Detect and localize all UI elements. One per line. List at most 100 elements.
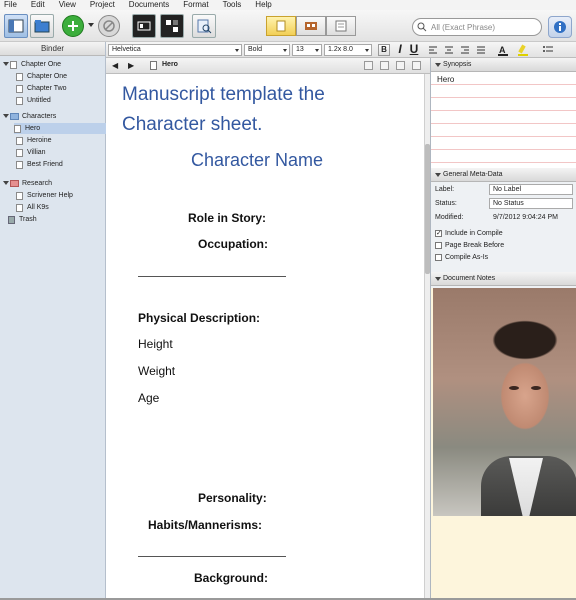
binder-item-all-k9s[interactable]: All K9s	[16, 202, 49, 213]
format-bar: Helvetica Bold 13 1.2x 8.0 B I U A	[106, 42, 576, 58]
collections-icon	[34, 20, 50, 33]
quick-reference-icon	[166, 20, 178, 32]
menu-format[interactable]: Format	[183, 0, 208, 10]
search-input[interactable]: All (Exact Phrase)	[412, 18, 542, 36]
navigate-up-icon[interactable]	[364, 61, 373, 70]
menu-file[interactable]: File	[4, 0, 17, 10]
text-color-icon[interactable]: A	[498, 44, 512, 58]
character-photo	[433, 288, 576, 516]
document-icon	[16, 72, 23, 81]
back-arrow-icon[interactable]: ◀	[112, 61, 118, 71]
list-bullets-icon[interactable]	[542, 45, 554, 57]
heading-line-2: Character sheet.	[122, 114, 263, 135]
align-right-icon[interactable]	[460, 45, 470, 57]
compose-button[interactable]	[132, 14, 156, 38]
add-button[interactable]	[62, 15, 84, 37]
font-family-select[interactable]: Helvetica	[108, 44, 242, 56]
separator-line	[138, 276, 286, 277]
binder-item-untitled[interactable]: Untitled	[16, 95, 51, 106]
collapse-chevron-down-icon[interactable]	[435, 277, 441, 281]
binder-item-hero[interactable]: Hero	[14, 123, 106, 134]
menu-view[interactable]: View	[59, 0, 76, 10]
font-size-select[interactable]: 13	[292, 44, 322, 56]
synopsis-text-area[interactable]: Hero	[431, 72, 576, 168]
inspector-search-button[interactable]	[192, 14, 216, 38]
document-icon	[150, 61, 157, 70]
occupation-label: Occupation:	[198, 237, 269, 251]
binder-item-heroine[interactable]: Heroine	[16, 135, 52, 146]
add-menu-chevron-down-icon[interactable]	[88, 23, 94, 27]
corkboard-view-button[interactable]	[296, 16, 326, 36]
line-spacing-select[interactable]: 1.2x 8.0	[324, 44, 372, 56]
include-in-compile-checkbox[interactable]: ✓ Include in Compile	[435, 230, 503, 237]
compile-as-is-checkbox[interactable]: Compile As-Is	[435, 254, 488, 261]
binder-toggle-icon	[8, 19, 24, 33]
research-folder-icon	[10, 180, 19, 187]
inspector-toggle-button[interactable]	[548, 16, 572, 38]
binder-item-research[interactable]: Research	[10, 178, 52, 189]
label-select[interactable]: No Label	[489, 184, 573, 195]
label-key: Label:	[435, 186, 455, 193]
document-icon	[14, 124, 21, 133]
binder-item-best-friend[interactable]: Best Friend	[16, 159, 63, 170]
checkmark-icon: ✓	[435, 230, 442, 237]
binder-item-characters[interactable]: Characters	[10, 111, 56, 122]
menu-tools[interactable]: Tools	[223, 0, 242, 10]
height-label: Height	[138, 337, 173, 351]
binder-expand-chevron-down-icon[interactable]	[3, 114, 9, 118]
quick-reference-button[interactable]	[160, 14, 184, 38]
binder-item-chapter-one[interactable]: Chapter One	[16, 71, 67, 82]
synopsis-header[interactable]: Synopsis	[431, 58, 576, 72]
document-icon	[16, 84, 23, 93]
document-icon	[16, 203, 23, 212]
italic-button[interactable]: I	[394, 43, 406, 56]
search-icon	[417, 22, 427, 32]
status-select[interactable]: No Status	[489, 198, 573, 209]
bold-button[interactable]: B	[378, 44, 390, 56]
collapse-chevron-down-icon[interactable]	[435, 173, 441, 177]
editor-text-area[interactable]: Manuscript template the Character sheet.…	[106, 74, 424, 598]
close-split-icon[interactable]	[412, 61, 421, 70]
menu-help[interactable]: Help	[255, 0, 271, 10]
trash-icon	[8, 215, 15, 224]
scrivenings-view-button[interactable]	[266, 16, 296, 36]
font-weight-select[interactable]: Bold	[244, 44, 290, 56]
align-left-icon[interactable]	[428, 45, 438, 57]
general-metadata-header[interactable]: General Meta-Data	[431, 168, 576, 182]
outliner-view-button[interactable]	[326, 16, 356, 36]
heading-line-1: Manuscript template the	[122, 84, 325, 105]
main-toolbar: All (Exact Phrase)	[0, 10, 576, 42]
menu-edit[interactable]: Edit	[31, 0, 45, 10]
binder-expand-chevron-down-icon[interactable]	[3, 181, 9, 185]
binder-item-trash[interactable]: Trash	[8, 214, 37, 225]
binder-item-villian[interactable]: Villian	[16, 147, 46, 158]
inspector-search-icon	[197, 19, 212, 34]
navigate-down-icon[interactable]	[380, 61, 389, 70]
menu-project[interactable]: Project	[90, 0, 115, 10]
binder-expand-chevron-down-icon[interactable]	[3, 62, 9, 66]
page-break-before-checkbox[interactable]: Page Break Before	[435, 242, 504, 249]
binder-item-chapter-two[interactable]: Chapter Two	[16, 83, 67, 94]
binder-item-scrivener-help[interactable]: Scrivener Help	[16, 190, 73, 201]
collapse-chevron-down-icon[interactable]	[435, 63, 441, 67]
highlight-icon[interactable]	[518, 44, 530, 58]
document-icon	[16, 160, 23, 169]
forward-arrow-icon[interactable]: ▶	[128, 61, 134, 71]
metadata-section: Label: No Label Status: No Status Modifi…	[431, 182, 576, 270]
collections-button[interactable]	[30, 14, 54, 38]
underline-button[interactable]: U	[408, 43, 420, 56]
document-notes-area[interactable]	[431, 288, 576, 598]
menu-bar: File Edit View Project Documents Format …	[0, 0, 576, 10]
menu-documents[interactable]: Documents	[129, 0, 169, 10]
align-center-icon[interactable]	[444, 45, 454, 57]
folder-icon	[10, 113, 19, 120]
justify-icon[interactable]	[476, 45, 486, 57]
document-notes-header[interactable]: Document Notes	[431, 272, 576, 286]
delete-button[interactable]	[98, 15, 120, 37]
personality-label: Personality:	[198, 491, 267, 505]
binder-toggle-button[interactable]	[4, 14, 28, 38]
outliner-view-icon	[335, 20, 347, 32]
split-editor-icon[interactable]	[396, 61, 405, 70]
binder-item-chapter-one-folder[interactable]: Chapter One	[10, 59, 61, 70]
document-icon	[16, 96, 23, 105]
